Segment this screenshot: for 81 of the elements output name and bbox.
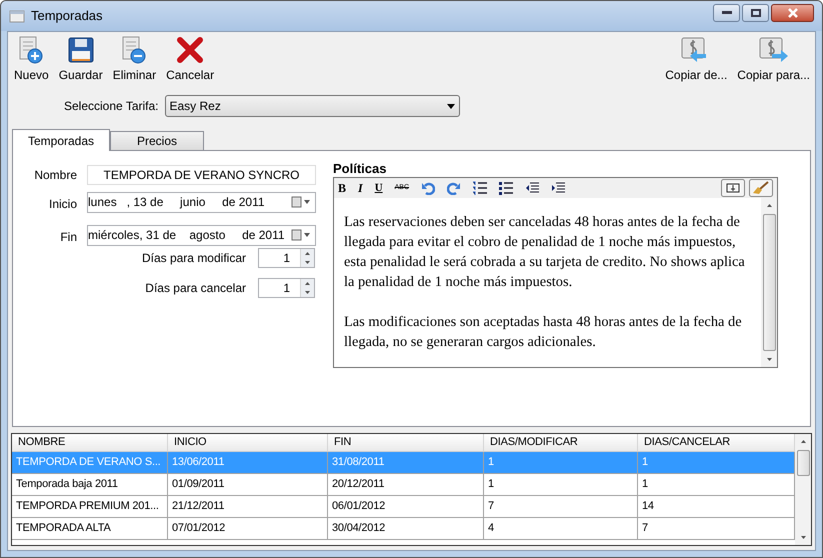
delete-document-icon — [121, 36, 148, 64]
column-header[interactable]: NOMBRE — [12, 434, 168, 451]
column-header[interactable]: FIN — [328, 434, 484, 451]
table-cell: 20/12/2011 — [328, 474, 484, 495]
column-header[interactable]: INICIO — [168, 434, 328, 451]
field-label: Días para modificar — [142, 250, 246, 267]
table-cell: 07/01/2012 — [168, 518, 328, 539]
politicas-title: Políticas — [333, 161, 388, 177]
cancelar-spin-field[interactable]: 1 — [258, 278, 315, 298]
format-button[interactable]: U — [374, 180, 383, 196]
toolbar-button[interactable]: Nuevo — [10, 36, 53, 84]
spin-up-icon[interactable] — [301, 249, 314, 258]
tarifa-dropdown[interactable]: Easy Rez — [164, 95, 460, 117]
calendar-dropdown-icon[interactable] — [291, 196, 311, 208]
spin-up-icon[interactable] — [301, 279, 314, 288]
table-cell: TEMPORDA DE VERANO S... — [12, 452, 168, 473]
field-label: Inicio — [48, 196, 78, 213]
column-header[interactable]: DIAS/MODIFICAR — [484, 434, 638, 451]
maximize-icon — [750, 9, 760, 17]
toolbar-button[interactable]: Eliminar — [108, 36, 160, 84]
table-cell: 01/09/2011 — [168, 474, 328, 495]
numbered-list-icon[interactable] — [473, 181, 488, 195]
policy-paragraph: Las modificaciones son aceptadas hasta 48 horas antes de la fecha de llegada, no se generaran cargos adicionales. — [344, 313, 743, 352]
new-document-icon — [18, 36, 44, 64]
spin-down-icon[interactable] — [301, 258, 314, 267]
scroll-thumb[interactable] — [762, 214, 776, 351]
table-cell: 4 — [484, 518, 638, 539]
bullet-list-icon[interactable] — [499, 181, 514, 195]
insert-field-icon[interactable] — [721, 179, 745, 197]
scrollbar[interactable] — [761, 198, 777, 367]
toolbar-button[interactable]: Copiar para... — [734, 36, 813, 84]
table-cell: 31/08/2011 — [328, 452, 484, 473]
scroll-thumb[interactable] — [796, 450, 810, 476]
dropdown-arrow-icon — [446, 104, 454, 108]
fin-date-field[interactable]: miércoles, 31 de agosto de 2011 — [87, 224, 316, 246]
spin-down-icon[interactable] — [301, 288, 314, 297]
brush-icon[interactable] — [749, 179, 773, 197]
tab[interactable]: Precios — [110, 131, 204, 150]
indent-icon[interactable] — [551, 181, 566, 195]
format-button[interactable]: B — [338, 179, 346, 197]
nombre-field[interactable]: TEMPORDA DE VERANO SYNCRO — [87, 165, 316, 185]
tarifa-label: Seleccione Tarifa: — [64, 98, 158, 115]
table-row[interactable]: TEMPORDA PREMIUM 201... 21/12/2011 06/01/2012 7 14 — [12, 496, 795, 518]
calendar-icon — [9, 8, 25, 24]
table-cell: TEMPORADA ALTA — [12, 518, 168, 539]
policy-paragraph: Las reservaciones deben ser canceladas 48 horas antes de la fecha de llegada para evitar el cobro de penalidad de 1 noche más impuestos, esta penalidad le será cobrada a su tarjeta de credito. No shows aplica la penalidad de 1 noche más impuestos. — [344, 213, 746, 292]
rich-text-editor[interactable] — [333, 177, 778, 368]
table-cell: 06/01/2012 — [328, 496, 484, 517]
table-cell: 7 — [484, 496, 638, 517]
undo-icon[interactable] — [421, 181, 436, 195]
table-cell: 1 — [484, 452, 638, 473]
toolbar-button[interactable]: Guardar — [54, 36, 107, 84]
table-cell: Temporada baja 2011 — [12, 474, 168, 495]
table-cell: TEMPORDA PREMIUM 201... — [12, 496, 168, 517]
field-label: Fin — [59, 229, 78, 246]
cancel-x-icon — [176, 36, 204, 64]
table-cell: 13/06/2011 — [168, 452, 328, 473]
minimize-button[interactable] — [713, 4, 740, 22]
minimize-icon — [722, 11, 732, 15]
table-cell: 30/04/2012 — [328, 518, 484, 539]
inicio-date-field[interactable]: lunes , 13 de junio de 2011 — [87, 192, 316, 212]
field-label: Nombre — [33, 167, 78, 184]
outdent-icon[interactable] — [525, 181, 540, 195]
table-cell: 1 — [484, 474, 638, 495]
close-button[interactable] — [771, 4, 814, 22]
grid-scrollbar[interactable] — [795, 434, 811, 545]
tab[interactable]: Temporadas — [12, 129, 110, 151]
field-label: Días para cancelar — [145, 280, 246, 297]
format-button[interactable]: I — [358, 179, 363, 197]
close-icon — [786, 8, 798, 18]
toolbar-button[interactable]: Copiar de... — [662, 36, 730, 84]
table-cell: 21/12/2011 — [168, 496, 328, 517]
table-row[interactable]: TEMPORADA ALTA 07/01/2012 30/04/2012 4 7 — [12, 518, 795, 540]
modificar-spin-field[interactable]: 1 — [258, 248, 315, 268]
window-title: Temporadas — [31, 7, 103, 26]
calendar-dropdown-icon[interactable] — [291, 229, 311, 241]
table-row[interactable]: Temporada baja 2011 01/09/2011 20/12/2011 1 1 — [12, 474, 795, 496]
maximize-button[interactable] — [742, 4, 769, 22]
redo-icon[interactable] — [447, 181, 462, 195]
toolbar-button[interactable]: Cancelar — [162, 36, 218, 84]
dollar-arrow-right-icon — [758, 36, 790, 64]
